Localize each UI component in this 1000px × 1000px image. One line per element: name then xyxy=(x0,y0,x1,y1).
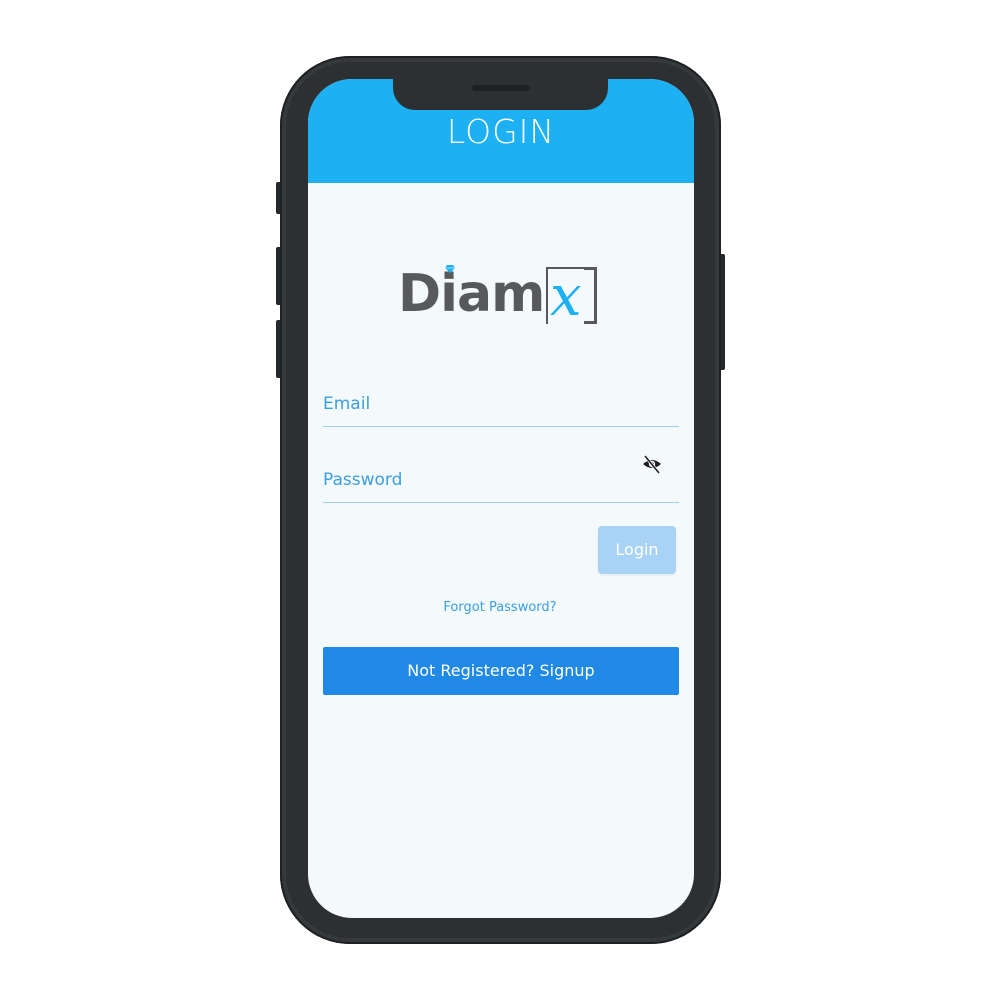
logo-text: Diam xyxy=(398,264,545,324)
page-title: LOGIN xyxy=(446,112,556,151)
password-placeholder: Password xyxy=(323,470,403,490)
password-field[interactable]: Password xyxy=(323,462,679,503)
signup-button[interactable]: Not Registered? Signup xyxy=(323,647,679,695)
diamond-icon xyxy=(445,265,455,273)
email-field[interactable]: Email xyxy=(323,386,679,427)
email-placeholder: Email xyxy=(323,394,371,414)
logo-accent-letter: x xyxy=(548,264,584,329)
diamx-logo: Diam x xyxy=(398,263,608,333)
stage: LOGIN Diam x Email Password Login Forgot… xyxy=(0,0,1000,1000)
earpiece-speaker xyxy=(472,85,530,91)
eye-off-icon[interactable] xyxy=(641,453,663,475)
phone-notch xyxy=(393,76,608,110)
login-button[interactable]: Login xyxy=(598,526,676,574)
forgot-password-link[interactable]: Forgot Password? xyxy=(380,600,620,615)
